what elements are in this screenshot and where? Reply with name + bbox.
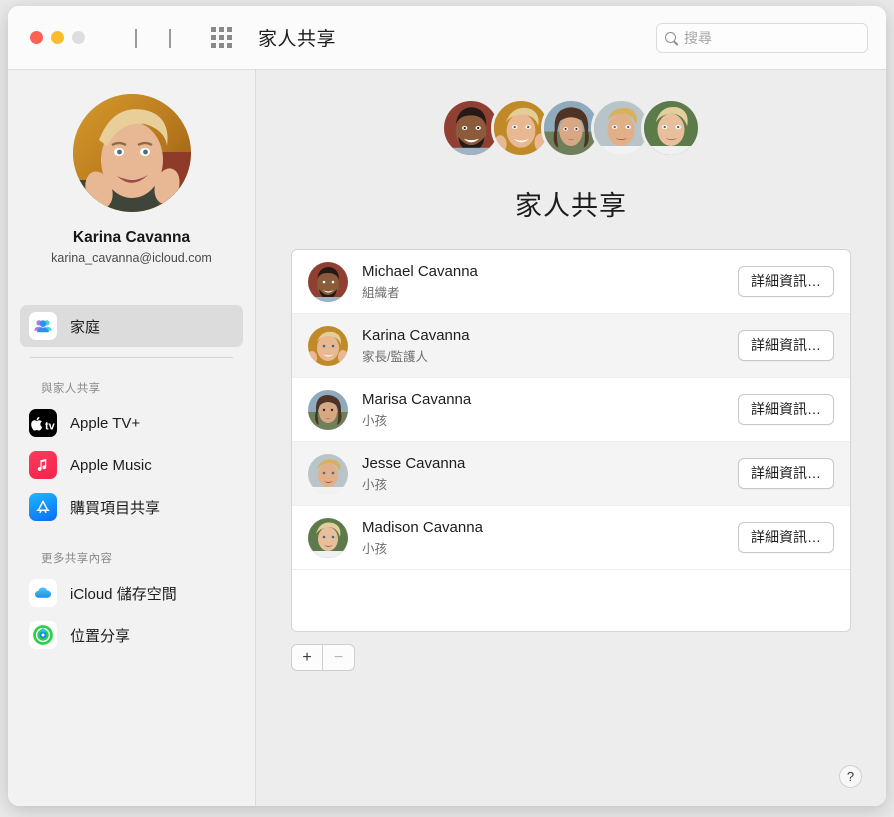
member-role: 小孩: [362, 410, 738, 429]
add-member-button[interactable]: +: [291, 644, 323, 671]
search-icon: [665, 32, 676, 43]
preferences-window: 家人共享 搜尋: [8, 6, 886, 806]
profile-email: karina_cavanna@icloud.com: [51, 251, 212, 265]
grid-dot: [227, 35, 232, 40]
sidebar-item-label: iCloud 儲存空間: [70, 583, 177, 604]
app-store-icon: [29, 493, 57, 521]
apple-tv-icon: tv: [29, 409, 57, 437]
add-remove-segmented-control: + −: [291, 644, 851, 671]
member-name: Marisa Cavanna: [362, 391, 738, 408]
profile-name: Karina Cavanna: [73, 229, 190, 247]
sidebar-group-title-shared-with-family: 與家人共享: [41, 380, 243, 396]
member-info: Marisa Cavanna 小孩: [362, 391, 738, 429]
details-button[interactable]: 詳細資訊…: [738, 330, 834, 361]
avatar: [308, 326, 348, 366]
member-name: Karina Cavanna: [362, 327, 738, 344]
table-row[interactable]: Michael Cavanna 組織者 詳細資訊…: [292, 250, 850, 314]
grid-dot: [227, 43, 232, 48]
back-button[interactable]: [135, 29, 137, 47]
sidebar-divider: [30, 357, 233, 358]
minimize-button[interactable]: [51, 31, 64, 44]
sidebar-item-apple-tv[interactable]: tv Apple TV+: [20, 402, 243, 444]
chevron-left-icon: [135, 29, 137, 48]
table-row[interactable]: Marisa Cavanna 小孩 詳細資訊…: [292, 378, 850, 442]
sidebar-item-label: 家庭: [70, 316, 100, 337]
member-role: 家長/監護人: [362, 346, 738, 365]
close-button[interactable]: [30, 31, 43, 44]
window-title: 家人共享: [258, 24, 336, 51]
grid-dot: [219, 35, 224, 40]
apple-music-icon: [29, 451, 57, 479]
sidebar-item-family[interactable]: 家庭: [20, 305, 243, 347]
sidebar-item-purchase-sharing[interactable]: 購買項目共享: [20, 486, 243, 528]
list-empty-area: [292, 570, 850, 632]
main-pane: 家人共享 M: [256, 70, 886, 806]
chevron-right-icon: [169, 29, 171, 48]
sidebar: Karina Cavanna karina_cavanna@icloud.com: [8, 70, 256, 806]
window-toolbar: 家人共享 搜尋: [8, 6, 886, 70]
table-row[interactable]: Karina Cavanna 家長/監護人 詳細資訊…: [292, 314, 850, 378]
sidebar-item-label: 購買項目共享: [70, 497, 160, 518]
details-button[interactable]: 詳細資訊…: [738, 458, 834, 489]
details-button[interactable]: 詳細資訊…: [738, 394, 834, 425]
sidebar-item-apple-music[interactable]: Apple Music: [20, 444, 243, 486]
details-button[interactable]: 詳細資訊…: [738, 522, 834, 553]
member-name: Michael Cavanna: [362, 263, 738, 280]
family-avatar-cluster: [441, 98, 701, 158]
member-info: Karina Cavanna 家長/監護人: [362, 327, 738, 365]
member-name: Jesse Cavanna: [362, 455, 738, 472]
sidebar-item-icloud-storage[interactable]: iCloud 儲存空間: [20, 572, 243, 614]
avatar: [308, 390, 348, 430]
sidebar-item-label: 位置分享: [70, 625, 130, 646]
grid-dot: [211, 43, 216, 48]
avatar: [308, 518, 348, 558]
grid-dot: [211, 27, 216, 32]
sidebar-item-location-sharing[interactable]: 位置分享: [20, 614, 243, 656]
help-button[interactable]: ?: [839, 765, 862, 788]
grid-dot: [211, 35, 216, 40]
avatar: [308, 454, 348, 494]
remove-member-button: −: [323, 644, 355, 671]
svg-text:tv: tv: [45, 420, 56, 432]
grid-dot: [227, 27, 232, 32]
sidebar-item-label: Apple Music: [70, 457, 152, 474]
window-body: Karina Cavanna karina_cavanna@icloud.com: [8, 70, 886, 806]
apps-grid-icon[interactable]: [211, 27, 232, 48]
traffic-lights: [30, 31, 85, 44]
navigation-arrows: [135, 29, 171, 47]
family-member-list: Michael Cavanna 組織者 詳細資訊…: [291, 249, 851, 632]
member-role: 組織者: [362, 282, 738, 301]
sidebar-item-label: Apple TV+: [70, 415, 140, 432]
zoom-button[interactable]: [72, 31, 85, 44]
member-name: Madison Cavanna: [362, 519, 738, 536]
search-input[interactable]: 搜尋: [656, 23, 868, 53]
account-profile[interactable]: Karina Cavanna karina_cavanna@icloud.com: [8, 94, 255, 265]
forward-button[interactable]: [169, 29, 171, 47]
table-row[interactable]: Jesse Cavanna 小孩 詳細資訊…: [292, 442, 850, 506]
table-row[interactable]: Madison Cavanna 小孩 詳細資訊…: [292, 506, 850, 570]
icloud-icon: [29, 579, 57, 607]
sidebar-group-title-more-sharing: 更多共享內容: [41, 550, 243, 566]
member-info: Madison Cavanna 小孩: [362, 519, 738, 557]
page-title: 家人共享: [515, 184, 627, 223]
grid-dot: [219, 43, 224, 48]
find-my-icon: [29, 621, 57, 649]
avatar: [73, 94, 191, 212]
details-button[interactable]: 詳細資訊…: [738, 266, 834, 297]
search-placeholder: 搜尋: [684, 28, 712, 48]
member-info: Michael Cavanna 組織者: [362, 263, 738, 301]
family-icon: [29, 312, 57, 340]
avatar: [308, 262, 348, 302]
grid-dot: [219, 27, 224, 32]
cluster-avatar: [641, 98, 701, 158]
member-info: Jesse Cavanna 小孩: [362, 455, 738, 493]
member-role: 小孩: [362, 474, 738, 493]
sidebar-navigation: 家庭 與家人共享 tv Apple TV+: [8, 305, 255, 656]
member-role: 小孩: [362, 538, 738, 557]
